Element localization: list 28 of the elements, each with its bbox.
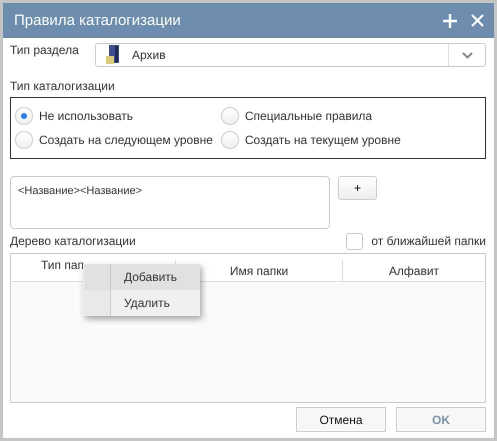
radio-button[interactable] [15, 107, 33, 125]
radio-option[interactable]: Специальные правила [220, 107, 473, 125]
radio-button[interactable] [220, 131, 239, 149]
section-type-label: Тип раздела [10, 43, 79, 57]
window-title: Правила каталогизации [14, 12, 182, 29]
section-type-dropdown[interactable]: Архив [95, 43, 486, 67]
template-field[interactable]: <Название><Название> [10, 176, 330, 229]
add-icon[interactable] [443, 14, 457, 28]
column-header[interactable]: Алфавит [342, 260, 485, 281]
add-button[interactable]: + [338, 176, 377, 200]
close-icon[interactable] [471, 14, 484, 27]
chevron-down-icon [462, 52, 472, 58]
cataloging-type-label: Тип каталогизации [10, 79, 116, 93]
radio-label: Специальные правила [244, 109, 372, 123]
radio-option[interactable]: Создать на следующем уровне [15, 131, 213, 149]
radio-label: Создать на текущем уровне [244, 133, 401, 147]
checkbox[interactable] [346, 232, 364, 250]
archive-icon [106, 45, 120, 65]
checkbox-label: от ближайшей папки [371, 234, 486, 248]
radio-option[interactable]: Создать на текущем уровне [220, 131, 473, 149]
tree-label: Дерево каталогизации [10, 234, 136, 248]
radio-button[interactable] [15, 131, 33, 149]
radio-label: Создать на следующем уровне [39, 133, 213, 147]
menu-item[interactable]: Добавить [83, 264, 200, 290]
radio-label: Не использовать [39, 109, 133, 123]
radio-option[interactable]: Не использовать [15, 107, 213, 125]
radio-button[interactable] [220, 107, 239, 125]
cancel-button[interactable]: Отмена [296, 407, 386, 432]
